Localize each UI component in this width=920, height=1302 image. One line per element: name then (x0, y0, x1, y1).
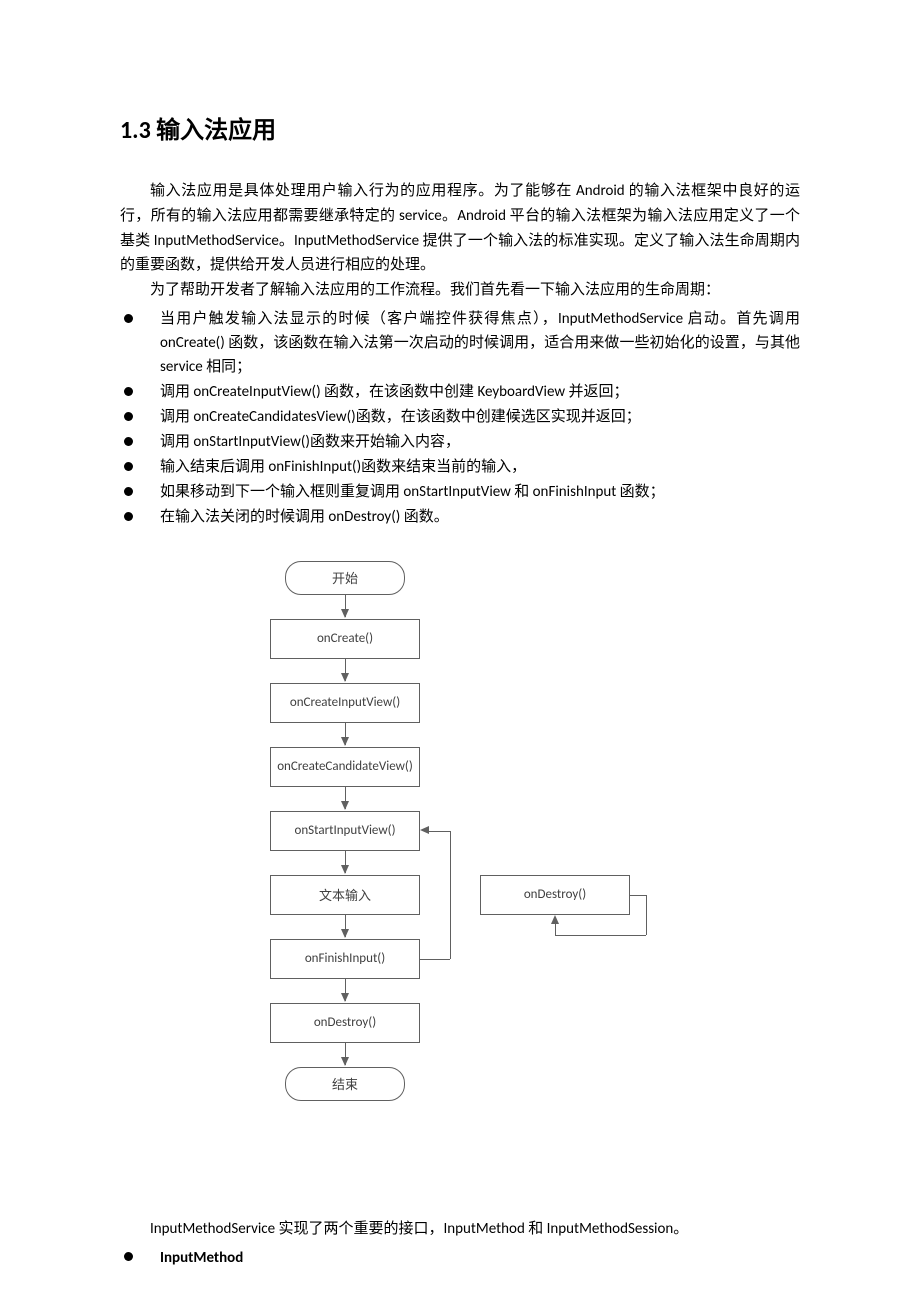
flow-arrowhead (551, 915, 559, 924)
section-heading: 1.3 输入法应用 (120, 110, 800, 145)
paragraph-interfaces: InputMethodService 实现了两个重要的接口，InputMetho… (120, 1217, 800, 1242)
list-item: 在输入法关闭的时候调用 onDestroy() 函数。 (120, 505, 800, 529)
flow-node-onfinishinput: onFinishInput() (270, 939, 420, 979)
flow-connector (420, 959, 450, 960)
list-item: 如果移动到下一个输入框则重复调用 onStartInputView 和 onFi… (120, 480, 800, 504)
flow-node-ondestroy-side: onDestroy() (480, 875, 630, 915)
flow-node-oncreateinputview: onCreateInputView() (270, 683, 420, 723)
flow-arrow (345, 979, 346, 1001)
flow-node-ondestroy: onDestroy() (270, 1003, 420, 1043)
flow-node-oncreate: onCreate() (270, 619, 420, 659)
flow-arrow (345, 787, 346, 809)
inputmethod-label: InputMethod (160, 1249, 243, 1267)
flow-node-text-input: 文本输入 (270, 875, 420, 915)
flow-node-end: 结束 (285, 1067, 405, 1101)
flow-arrow (345, 723, 346, 745)
document-page: 1.3 输入法应用 输入法应用是具体处理用户输入行为的应用程序。为了能够在 An… (0, 0, 920, 1302)
lifecycle-bullet-list: 当用户触发输入法显示的时候（客户端控件获得焦点），InputMethodServ… (120, 307, 800, 529)
flow-arrow (345, 595, 346, 617)
flow-node-oncreatecandidateview: onCreateCandidateView() (270, 747, 420, 787)
list-item: 调用 onStartInputView()函数来开始输入内容， (120, 430, 800, 454)
flow-arrow (345, 915, 346, 937)
flow-arrowhead (420, 826, 429, 834)
flow-arrow (345, 851, 346, 873)
list-item: 输入结束后调用 onFinishInput()函数来结束当前的输入， (120, 455, 800, 479)
flow-arrow (345, 1043, 346, 1065)
flow-node-onstartinputview: onStartInputView() (270, 811, 420, 851)
lifecycle-flowchart: 开始 onCreate() onCreateInputView() onCrea… (120, 561, 800, 1211)
flow-connector (428, 831, 450, 832)
flow-connector (646, 895, 647, 935)
flow-connector (555, 935, 646, 936)
flow-connector (630, 895, 646, 896)
flow-connector (555, 923, 556, 935)
list-item: 调用 onCreateInputView() 函数，在该函数中创建 Keyboa… (120, 380, 800, 404)
list-item: 当用户触发输入法显示的时候（客户端控件获得焦点），InputMethodServ… (120, 307, 800, 379)
paragraph-intro: 输入法应用是具体处理用户输入行为的应用程序。为了能够在 Android 的输入法… (120, 179, 800, 278)
flow-arrow (345, 659, 346, 681)
paragraph-lifecycle-lead: 为了帮助开发者了解输入法应用的工作流程。我们首先看一下输入法应用的生命周期： (120, 278, 800, 303)
list-item: InputMethod (120, 1246, 800, 1270)
flowchart-canvas: 开始 onCreate() onCreateInputView() onCrea… (270, 561, 650, 1211)
flow-connector (450, 831, 451, 959)
flow-node-start: 开始 (285, 561, 405, 595)
list-item: 调用 onCreateCandidatesView()函数，在该函数中创建候选区… (120, 405, 800, 429)
interface-bullet-list: InputMethod (120, 1246, 800, 1270)
